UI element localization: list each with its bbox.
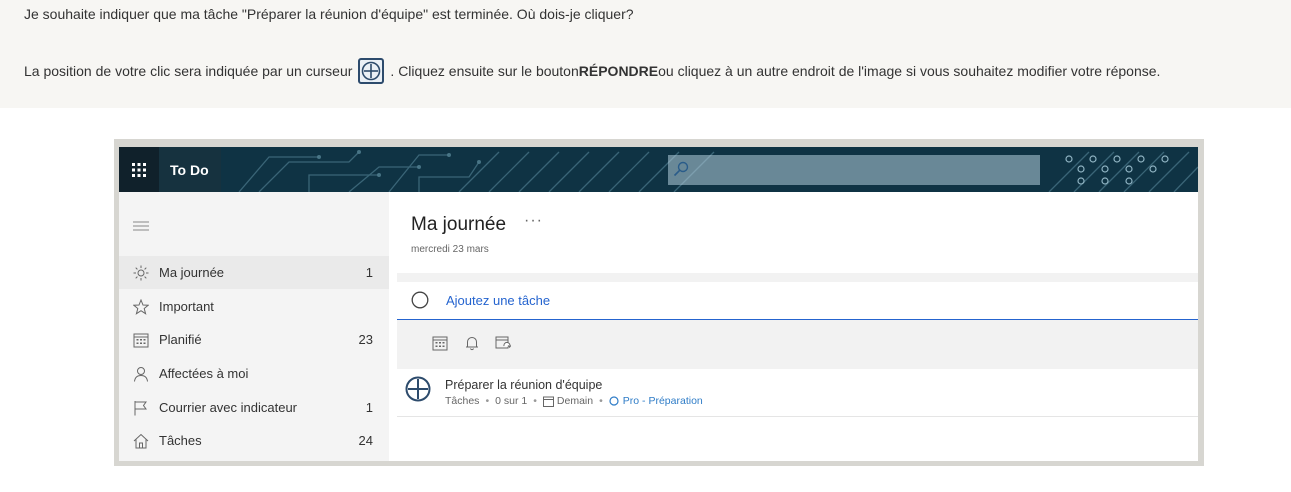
instruction-bold: RÉPONDRE (578, 63, 659, 79)
task-meta: Tâches • 0 sur 1 • Demain • Pro - Prépar… (445, 395, 703, 407)
task-title[interactable]: Préparer la réunion d'équipe (445, 378, 602, 392)
meta-separator: • (599, 395, 603, 407)
page-title: Ma journée (411, 214, 507, 235)
due-date-icon[interactable] (432, 335, 448, 351)
sidebar-item-label: Courrier avec indicateur (159, 400, 298, 415)
todo-app[interactable]: To Do Ma journée 1 Important Planifié 23… (119, 147, 1198, 461)
reminder-bell-icon[interactable] (464, 335, 480, 351)
add-task-circle-icon[interactable] (411, 291, 429, 309)
sidebar-item-count: 1 (365, 265, 373, 280)
instruction-post: ou cliquez à un autre endroit de l'image… (658, 63, 1161, 79)
sun-icon (133, 265, 149, 281)
add-task-input[interactable]: Ajoutez une tâche (446, 293, 550, 308)
sidebar-item-label: Ma journée (159, 265, 225, 280)
page-date: mercredi 23 mars (411, 244, 489, 255)
screenshot-frame: To Do Ma journée 1 Important Planifié 23… (114, 139, 1204, 466)
sidebar: Ma journée 1 Important Planifié 23 Affec… (119, 192, 389, 461)
app-launcher-button[interactable] (119, 147, 159, 192)
waffle-icon (132, 162, 146, 177)
question-text: Je souhaite indiquer que ma tâche "Prépa… (24, 6, 634, 22)
search-input[interactable] (668, 155, 1040, 185)
task-category-label: Pro - Préparation (622, 395, 703, 407)
sidebar-item-assigned-to-me[interactable]: Affectées à moi (119, 357, 389, 390)
sidebar-item-count: 24 (358, 433, 373, 448)
person-icon (134, 367, 148, 382)
sidebar-item-count: 1 (365, 400, 373, 415)
meta-separator: • (533, 395, 537, 407)
hamburger-menu-icon[interactable] (133, 221, 149, 231)
task-list-name: Tâches (445, 395, 480, 407)
due-calendar-icon (542, 396, 554, 407)
app-name[interactable]: To Do (159, 147, 221, 192)
home-icon (133, 433, 149, 449)
sidebar-item-my-day[interactable]: Ma journée 1 (119, 256, 389, 289)
sidebar-item-label: Tâches (159, 433, 202, 448)
sidebar-item-planned[interactable]: Planifié 23 (119, 323, 389, 356)
sidebar-item-label: Planifié (159, 332, 202, 347)
repeat-calendar-icon[interactable] (495, 335, 511, 351)
complete-task-target-icon[interactable] (405, 376, 431, 402)
sidebar-item-label: Important (159, 299, 214, 314)
question-panel: Je souhaite indiquer que ma tâche "Prépa… (0, 0, 1291, 108)
task-due: Demain (556, 395, 594, 407)
sidebar-item-label: Affectées à moi (159, 366, 249, 381)
task-divider (397, 416, 1198, 417)
category-circle-icon (609, 396, 619, 406)
meta-separator: • (485, 395, 490, 407)
instruction-text: La position de votre clic sera indiquée … (24, 58, 1160, 84)
more-options-button[interactable]: ··· (524, 212, 543, 230)
calendar-icon (133, 333, 149, 348)
sidebar-item-flagged-email[interactable]: Courrier avec indicateur 1 (119, 391, 389, 424)
cursor-sample-icon (358, 58, 385, 84)
instruction-mid: . Cliquez ensuite sur le bouton (390, 63, 579, 79)
app-header: To Do (119, 147, 1198, 192)
main-content: Ma journée ··· mercredi 23 mars Ajoutez … (389, 192, 1198, 461)
task-category: Pro - Préparation (609, 395, 703, 407)
star-icon (133, 299, 149, 315)
sidebar-item-tasks[interactable]: Tâches 24 (119, 424, 389, 457)
sidebar-item-count: 23 (358, 332, 373, 347)
flag-icon (134, 401, 147, 416)
sidebar-item-important[interactable]: Important (119, 290, 389, 323)
task-steps: 0 sur 1 (495, 395, 528, 407)
instruction-pre: La position de votre clic sera indiquée … (24, 63, 353, 79)
search-icon[interactable] (673, 161, 689, 177)
